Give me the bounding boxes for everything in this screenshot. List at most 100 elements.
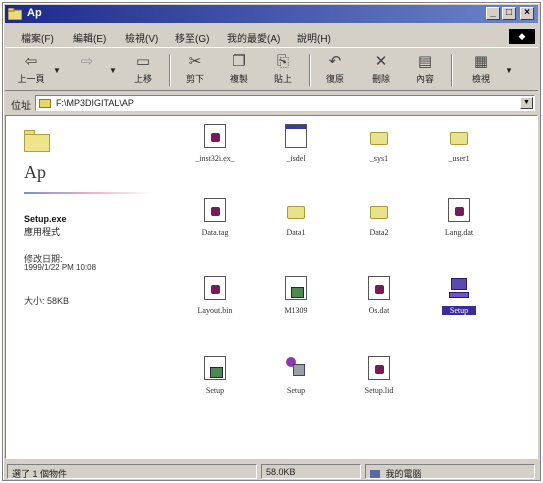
folder-title: Ap	[24, 162, 46, 182]
file-label: Setup.lid	[364, 386, 394, 395]
file-label: Data.tag	[201, 228, 229, 237]
file-item[interactable]: _isdel	[261, 124, 331, 184]
toolbar-separator	[451, 54, 453, 86]
modified-date: 1999/1/22 PM 10:08	[24, 263, 97, 272]
forward-button[interactable]: ⇨	[67, 52, 107, 88]
file-item[interactable]: Lang.dat	[424, 198, 494, 258]
selected-file-name: Setup.exe	[24, 214, 67, 224]
file-item[interactable]: _sys1	[344, 124, 414, 184]
address-label: 位址	[11, 101, 31, 112]
window-icon	[285, 124, 307, 148]
folder-icon	[368, 124, 390, 148]
title-bar[interactable]: Ap _ □ ×	[5, 5, 538, 23]
views-label: 檢視	[471, 74, 490, 84]
document-icon	[204, 198, 226, 222]
toolbar-separator	[309, 54, 311, 86]
views-button[interactable]: ▦ 檢視	[461, 52, 501, 88]
copy-button[interactable]: ❐ 複製	[219, 52, 259, 88]
minimize-button[interactable]: _	[486, 7, 500, 20]
views-icon: ▦	[473, 53, 489, 70]
address-input[interactable]: F:\MP3DIGITAL\AP ▼	[35, 95, 535, 111]
file-label: Os.dat	[368, 306, 390, 315]
file-item[interactable]: Setup	[261, 356, 331, 416]
toolbar-separator	[169, 54, 171, 86]
explorer-window: Ap _ □ × 檔案(F) 編輯(E) 檢視(V) 移至(G) 我的最愛(A)…	[2, 2, 541, 481]
file-item[interactable]: Setup.lid	[344, 356, 414, 416]
close-button[interactable]: ×	[520, 7, 534, 20]
forward-dropdown-icon[interactable]: ▼	[109, 66, 117, 75]
file-label: Setup	[286, 386, 306, 395]
document-icon	[204, 276, 226, 300]
file-label: M1309	[284, 306, 308, 315]
undo-label: 復原	[325, 74, 344, 84]
cut-label: 剪下	[185, 74, 204, 84]
file-label: _sys1	[369, 154, 389, 163]
file-item[interactable]: Setup	[180, 356, 250, 416]
document-icon	[448, 198, 470, 222]
scissors-icon: ✂	[188, 53, 202, 70]
file-item[interactable]: Data.tag	[180, 198, 250, 258]
file-label: _inst32i.ex_	[195, 154, 235, 163]
menu-edit[interactable]: 編輯(E)	[73, 30, 106, 45]
menu-view[interactable]: 檢視(V)	[125, 30, 158, 45]
menu-favorites[interactable]: 我的最愛(A)	[227, 30, 280, 45]
delete-button[interactable]: ✕ 刪除	[361, 52, 401, 88]
file-item[interactable]: Layout.bin	[180, 276, 250, 336]
back-arrow-icon: ⇦	[24, 53, 38, 70]
file-label: _user1	[448, 154, 470, 163]
file-label: Data1	[286, 228, 306, 237]
properties-label: 內容	[415, 74, 434, 84]
address-bar: 位址 F:\MP3DIGITAL\AP ▼	[5, 93, 538, 113]
undo-button[interactable]: ↶ 復原	[315, 52, 355, 88]
up-folder-icon: ▭	[135, 53, 151, 70]
installer-icon	[285, 356, 307, 380]
copy-label: 複製	[229, 74, 248, 84]
status-size: 58.0KB	[261, 464, 361, 479]
menu-go[interactable]: 移至(G)	[175, 30, 209, 45]
delete-icon: ✕	[374, 53, 388, 70]
file-item[interactable]: M1309	[261, 276, 331, 336]
cut-button[interactable]: ✂ 剪下	[175, 52, 215, 88]
views-dropdown-icon[interactable]: ▼	[505, 66, 513, 75]
status-zone: 我的電腦	[365, 464, 535, 479]
status-selected: 選了 1 個物件	[7, 464, 257, 479]
folder-icon	[8, 8, 22, 20]
file-item-selected[interactable]: Setup	[424, 276, 494, 336]
up-button[interactable]: ▭ 上移	[123, 52, 163, 88]
up-label: 上移	[133, 74, 152, 84]
toolbar: ⇦ 上一頁 ▼ ⇨ ▼ ▭ 上移 ✂ 剪下 ❐ 複製 ⎘ 貼上 ↶ 復原 ✕ 刪…	[5, 47, 538, 91]
file-item[interactable]: _user1	[424, 124, 494, 184]
back-button[interactable]: ⇦ 上一頁	[11, 52, 51, 88]
forward-arrow-icon: ⇨	[80, 53, 94, 70]
properties-button[interactable]: ▤ 內容	[405, 52, 445, 88]
maximize-button[interactable]: □	[502, 7, 516, 20]
menu-file[interactable]: 檔案(F)	[21, 30, 54, 45]
file-label: Layout.bin	[197, 306, 233, 315]
paste-label: 貼上	[273, 74, 292, 84]
back-dropdown-icon[interactable]: ▼	[53, 66, 61, 75]
menu-bar: 檔案(F) 編輯(E) 檢視(V) 移至(G) 我的最愛(A) 說明(H) ◆	[5, 27, 538, 45]
address-path: F:\MP3DIGITAL\AP	[56, 98, 134, 108]
divider	[24, 192, 154, 194]
delete-label: 刪除	[371, 74, 390, 84]
undo-icon: ↶	[328, 53, 342, 70]
document-icon	[204, 124, 226, 148]
file-item[interactable]: _inst32i.ex_	[180, 124, 250, 184]
file-item[interactable]: Data1	[261, 198, 331, 258]
document-icon	[368, 356, 390, 380]
copy-icon: ❐	[232, 53, 246, 70]
file-item[interactable]: Os.dat	[344, 276, 414, 336]
file-size: 大小: 58KB	[24, 296, 70, 306]
document-icon	[368, 276, 390, 300]
status-bar: 選了 1 個物件 58.0KB 我的電腦	[5, 462, 538, 480]
menu-help[interactable]: 說明(H)	[297, 30, 331, 45]
address-dropdown-icon[interactable]: ▼	[520, 97, 533, 109]
computer-icon	[448, 276, 470, 300]
folder-icon	[285, 198, 307, 222]
folder-icon	[39, 99, 51, 108]
file-item[interactable]: Data2	[344, 198, 414, 258]
selected-file-type: 應用程式	[24, 227, 61, 237]
paste-button[interactable]: ⎘ 貼上	[263, 52, 303, 88]
properties-icon: ▤	[417, 53, 433, 70]
windows-logo-icon: ◆	[509, 29, 535, 44]
